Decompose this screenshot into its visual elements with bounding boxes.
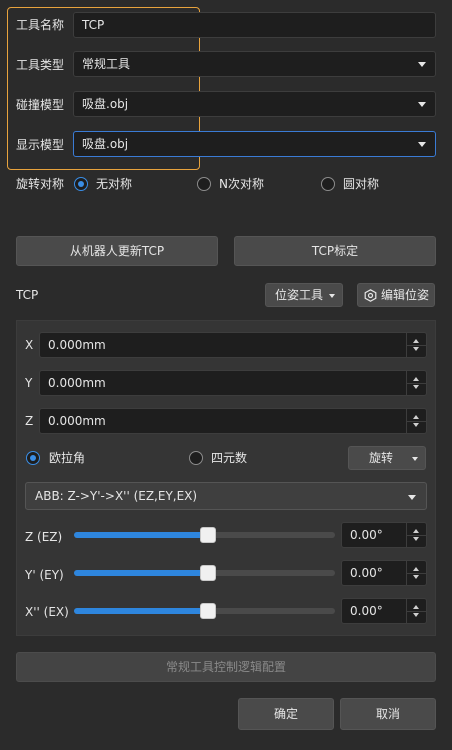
symmetry-option-label: 圆对称 xyxy=(343,177,380,191)
euler-angle-label: 欧拉角 xyxy=(49,451,86,465)
symmetry-option-n[interactable]: N次对称 xyxy=(197,176,287,192)
slider-handle[interactable] xyxy=(199,603,216,619)
slider-value: 0.00° xyxy=(350,528,383,542)
radio-selected-icon xyxy=(26,451,40,465)
radio-icon xyxy=(189,451,203,465)
edit-pose-label: 编辑位姿 xyxy=(381,288,430,302)
x-value: 0.000mm xyxy=(48,338,106,352)
z-stepper[interactable] xyxy=(406,409,426,433)
symmetry-option-label: N次对称 xyxy=(219,177,264,191)
y-stepper[interactable] xyxy=(406,371,426,395)
radio-selected-icon xyxy=(74,177,88,191)
y-input[interactable]: 0.000mm xyxy=(39,370,427,396)
slider-value-input[interactable]: 0.00° xyxy=(341,560,427,586)
cancel-button[interactable]: 取消 xyxy=(340,698,436,730)
slider-value: 0.00° xyxy=(350,566,383,580)
chevron-down-icon xyxy=(418,142,426,147)
y-value: 0.000mm xyxy=(48,376,106,390)
slider-stepper[interactable] xyxy=(406,561,426,585)
symmetry-option-none[interactable]: 无对称 xyxy=(74,176,154,192)
chevron-down-icon xyxy=(412,457,418,461)
display-model-label: 显示模型 xyxy=(16,138,65,152)
y-label: Y xyxy=(25,376,33,390)
pose-tool-dropdown[interactable]: 位姿工具 xyxy=(265,283,343,307)
symmetry-option-label: 无对称 xyxy=(96,177,133,191)
radio-icon xyxy=(321,177,335,191)
slider-fill xyxy=(74,608,205,614)
slider-label: X'' (EX) xyxy=(25,605,69,619)
rotate-dropdown[interactable]: 旋转 xyxy=(348,446,426,470)
slider-handle[interactable] xyxy=(199,565,216,581)
euler-convention-value: ABB: Z->Y'->X'' (EZ,EY,EX) xyxy=(35,489,198,503)
z-value: 0.000mm xyxy=(48,414,106,428)
collision-model-value: 吸盘.obj xyxy=(82,97,129,111)
tool-name-label: 工具名称 xyxy=(16,18,65,32)
chevron-down-icon xyxy=(418,62,426,67)
tcp-calibrate-button[interactable]: TCP标定 xyxy=(234,236,436,266)
quaternion-option[interactable]: 四元数 xyxy=(189,450,279,466)
slider-value: 0.00° xyxy=(350,604,383,618)
tcp-panel xyxy=(16,320,436,636)
x-input[interactable]: 0.000mm xyxy=(39,332,427,358)
collision-model-label: 碰撞模型 xyxy=(16,98,65,112)
euler-convention-select[interactable]: ABB: Z->Y'->X'' (EZ,EY,EX) xyxy=(25,482,427,510)
logic-config-button[interactable]: 常规工具控制逻辑配置 xyxy=(16,652,436,682)
slider-fill xyxy=(74,532,205,538)
slider-label: Z (EZ) xyxy=(25,530,63,544)
slider-label: Y' (EY) xyxy=(25,568,64,582)
x-label: X xyxy=(25,338,34,352)
x-stepper[interactable] xyxy=(406,333,426,357)
confirm-button[interactable]: 确定 xyxy=(238,698,334,730)
edit-pose-button[interactable]: 编辑位姿 xyxy=(357,283,435,307)
slider-handle[interactable] xyxy=(199,527,216,543)
chevron-down-icon xyxy=(408,495,416,500)
chevron-down-icon xyxy=(418,102,426,107)
tool-type-value: 常规工具 xyxy=(82,57,131,71)
slider-fill xyxy=(74,570,205,576)
slider-stepper[interactable] xyxy=(406,599,426,623)
symmetry-option-circle[interactable]: 圆对称 xyxy=(321,176,401,192)
tool-type-select[interactable]: 常规工具 xyxy=(73,51,436,77)
radio-icon xyxy=(197,177,211,191)
display-model-select[interactable]: 吸盘.obj xyxy=(73,131,436,157)
slider-stepper[interactable] xyxy=(406,523,426,547)
z-label: Z xyxy=(25,414,34,428)
tcp-section-label: TCP xyxy=(16,288,39,302)
update-from-robot-button[interactable]: 从机器人更新TCP xyxy=(16,236,218,266)
rotation-symmetry-label: 旋转对称 xyxy=(16,177,65,191)
collision-model-select[interactable]: 吸盘.obj xyxy=(73,91,436,117)
tool-name-input[interactable]: TCP xyxy=(73,12,436,38)
display-model-value: 吸盘.obj xyxy=(82,137,129,151)
tool-type-label: 工具类型 xyxy=(16,58,65,72)
chevron-down-icon xyxy=(329,294,335,298)
slider-value-input[interactable]: 0.00° xyxy=(341,598,427,624)
hexagon-icon xyxy=(364,289,377,302)
rotate-label: 旋转 xyxy=(369,451,394,465)
euler-angle-option[interactable]: 欧拉角 xyxy=(26,450,116,466)
quaternion-label: 四元数 xyxy=(211,451,248,465)
pose-tool-label: 位姿工具 xyxy=(275,288,324,302)
z-input[interactable]: 0.000mm xyxy=(39,408,427,434)
tool-name-value: TCP xyxy=(82,18,105,32)
slider-value-input[interactable]: 0.00° xyxy=(341,522,427,548)
